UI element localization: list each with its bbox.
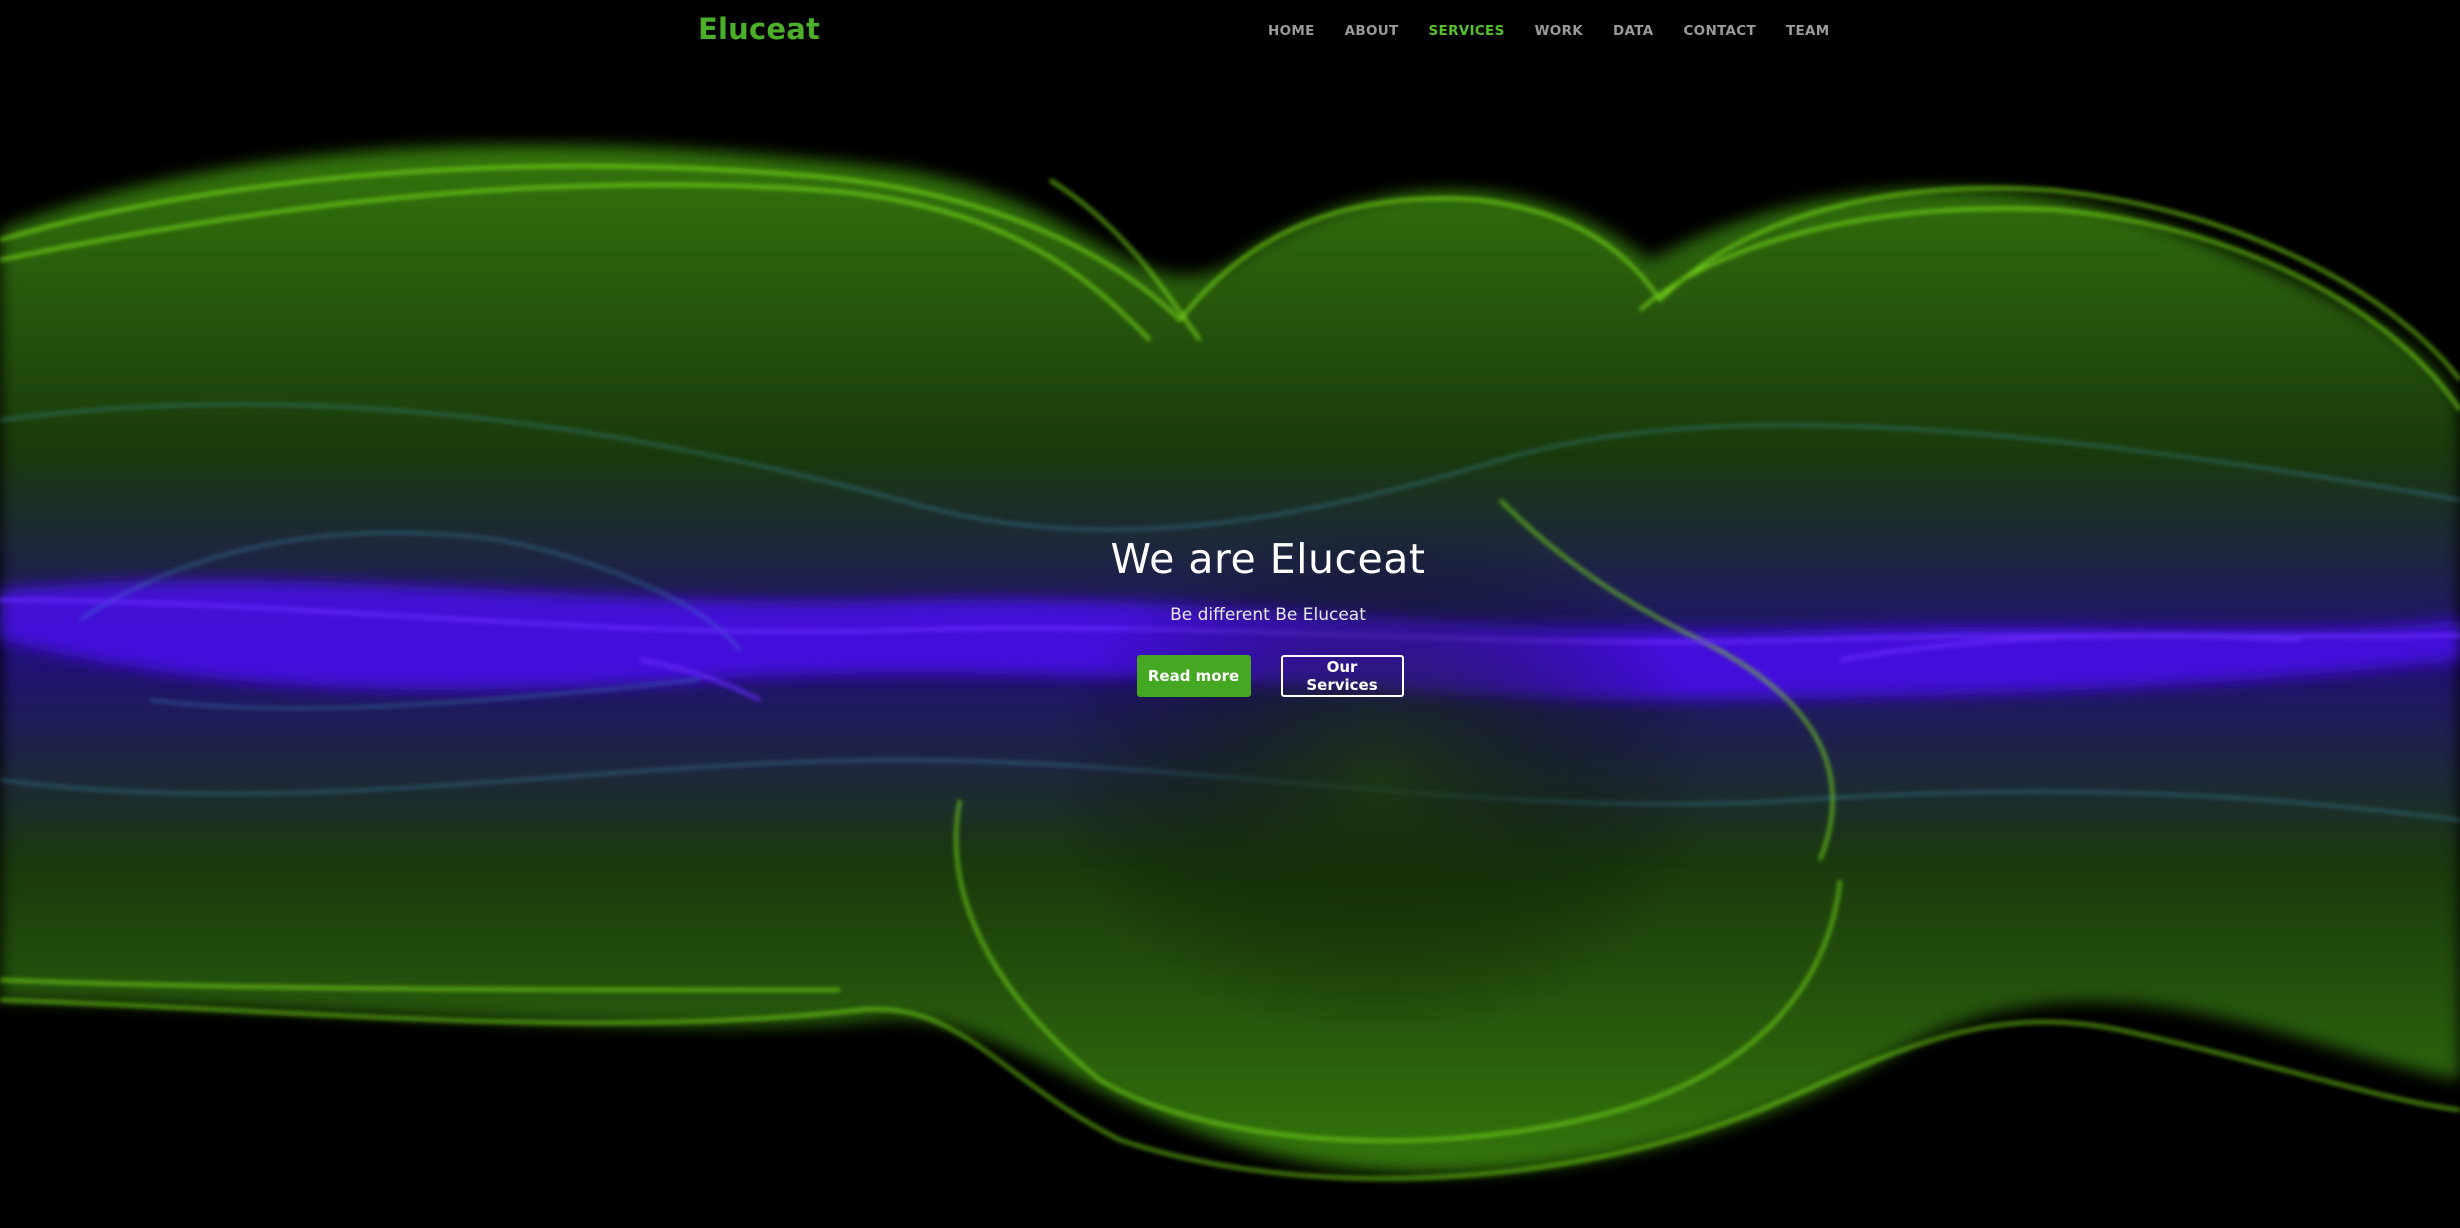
nav-item-contact[interactable]: CONTACT [1683, 23, 1756, 39]
hero-title: We are Eluceat [1110, 535, 1426, 583]
brand-logo[interactable]: Eluceat [698, 12, 820, 46]
hero-subtitle: Be different Be Eluceat [1170, 605, 1366, 625]
nav-menu: HOME ABOUT SERVICES WORK DATA CONTACT TE… [1268, 22, 1860, 40]
nav-item-work[interactable]: WORK [1535, 23, 1583, 39]
nav-item-team[interactable]: TEAM [1786, 23, 1830, 39]
nav-item-data[interactable]: DATA [1613, 23, 1653, 39]
read-more-button[interactable]: Read more [1136, 655, 1251, 697]
nav-item-about[interactable]: ABOUT [1345, 23, 1399, 39]
our-services-button[interactable]: Our Services [1280, 655, 1404, 697]
top-navbar: Eluceat HOME ABOUT SERVICES WORK DATA CO… [0, 0, 2460, 60]
hero-section: We are Eluceat Be different Be Eluceat R… [0, 535, 2460, 697]
hero-buttons: Read more Our Services [0, 655, 2460, 697]
page: Eluceat HOME ABOUT SERVICES WORK DATA CO… [0, 0, 2460, 1228]
nav-item-home[interactable]: HOME [1268, 23, 1315, 39]
nav-item-services[interactable]: SERVICES [1429, 23, 1505, 39]
